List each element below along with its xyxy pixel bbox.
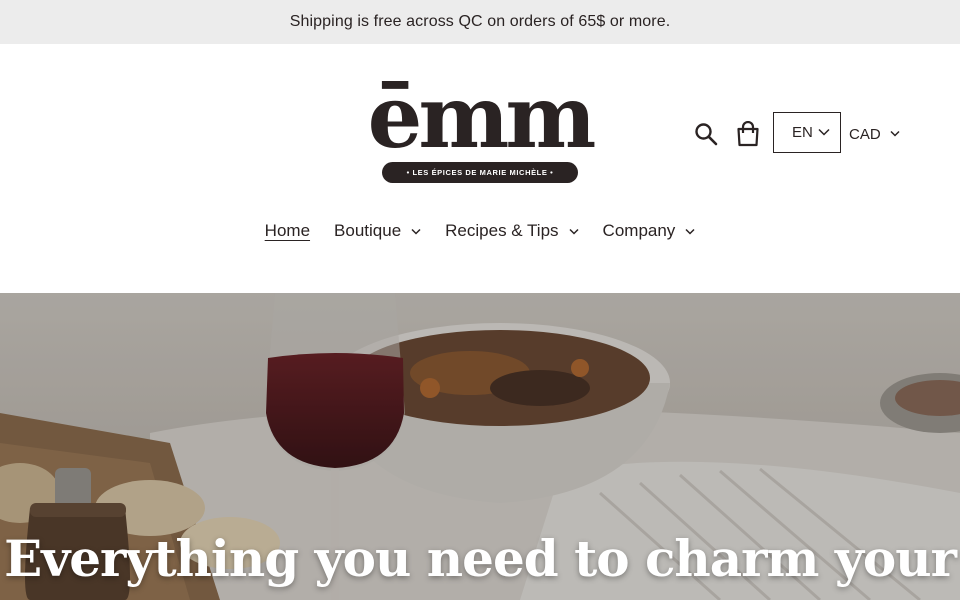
search-icon [695, 123, 718, 146]
logo[interactable]: ēmm • LES ÉPICES DE MARIE MICHÈLE • [366, 67, 597, 186]
nav-item-label: Recipes & Tips [445, 221, 559, 240]
announcement-bar: Shipping is free across QC on orders of … [0, 0, 960, 44]
nav-item-recipes-tips[interactable]: Recipes & Tips [433, 221, 590, 241]
language-value: EN [792, 124, 813, 141]
currency-select[interactable]: CAD [849, 116, 905, 152]
nav-item-label: Company [602, 221, 676, 240]
logo-wordmark: ēmm [367, 67, 597, 168]
nav-item-company[interactable]: Company [591, 221, 708, 241]
nav-item-label: Boutique [334, 221, 402, 240]
nav-item-boutique[interactable]: Boutique [322, 221, 433, 241]
cart-button[interactable] [734, 119, 762, 149]
chevron-down-icon [818, 128, 830, 136]
nav-item-home[interactable]: Home [253, 221, 322, 241]
hero-title: Everything you need to charm your [4, 529, 957, 588]
chevron-down-icon [685, 228, 695, 235]
announcement-text: Shipping is free across QC on orders of … [289, 13, 671, 30]
site-header: ēmm • LES ÉPICES DE MARIE MICHÈLE • EN C… [0, 44, 960, 293]
language-select[interactable]: EN [773, 112, 841, 153]
currency-value: CAD [849, 125, 881, 143]
nav-item-label: Home [264, 221, 311, 240]
search-button[interactable] [692, 120, 720, 148]
chevron-down-icon [411, 228, 421, 235]
logo-tagline: • LES ÉPICES DE MARIE MICHÈLE • [382, 162, 578, 183]
chevron-down-icon [890, 130, 900, 137]
shopping-bag-icon [737, 121, 759, 147]
hero-banner: Everything you need to charm your [0, 293, 960, 600]
main-nav: Home Boutique Recipes & Tips Company [0, 216, 960, 246]
chevron-down-icon [569, 228, 579, 235]
